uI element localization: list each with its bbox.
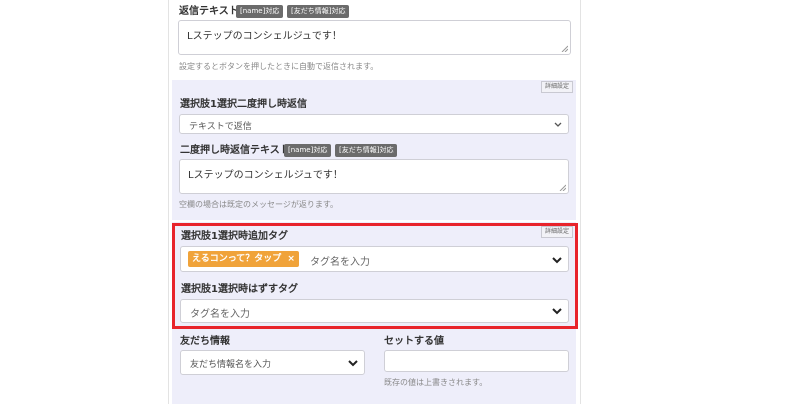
content-border-right [580,0,581,404]
chevron-down-icon[interactable] [348,360,358,367]
double-press-text-label: 二度押し時返信テキスト [180,145,290,156]
set-value-input[interactable] [384,350,569,372]
double-press-textarea-value: Lステップのコンシェルジュです！ [188,170,343,181]
double-press-help-text: 空欄の場合は既定のメッセージが返ります。 [179,200,339,209]
name-badge: [name]対応 [236,5,284,18]
advanced-settings-label-1: 詳細設定 [541,81,574,93]
content-border-left [168,0,169,404]
friend-info-placeholder: 友だち情報名を入力 [190,360,272,370]
double-press-textarea[interactable]: Lステップのコンシェルジュです！ [179,159,569,194]
resize-grip-icon[interactable] [559,184,566,191]
reply-textarea[interactable]: Lステップのコンシェルジュです！ [178,20,571,55]
double-press-reply-label: 選択肢1選択二度押し時返信 [180,99,307,110]
double-press-reply-select[interactable]: テキストで返信 [179,114,569,134]
reply-text-label: 返信テキスト [179,6,239,17]
set-value-label: セットする値 [384,336,444,347]
resize-grip-icon[interactable] [561,45,568,52]
friend-info-select[interactable]: 友だち情報名を入力 [180,350,365,375]
friend-info-badge: [友だち情報]対応 [287,5,350,18]
name-badge: [name]対応 [284,144,332,157]
set-value-help-text: 既存の値は上書きされます。 [384,378,488,387]
double-press-reply-selected: テキストで返信 [189,122,252,132]
highlight-box [172,223,578,329]
friend-info-badge: [友だち情報]対応 [335,144,398,157]
friend-info-label: 友だち情報 [180,336,230,347]
reply-textarea-value: Lステップのコンシェルジュです！ [187,31,342,42]
chevron-down-icon [554,122,562,127]
reply-help-text: 設定するとボタンを押したときに自動で返信されます。 [179,62,379,71]
